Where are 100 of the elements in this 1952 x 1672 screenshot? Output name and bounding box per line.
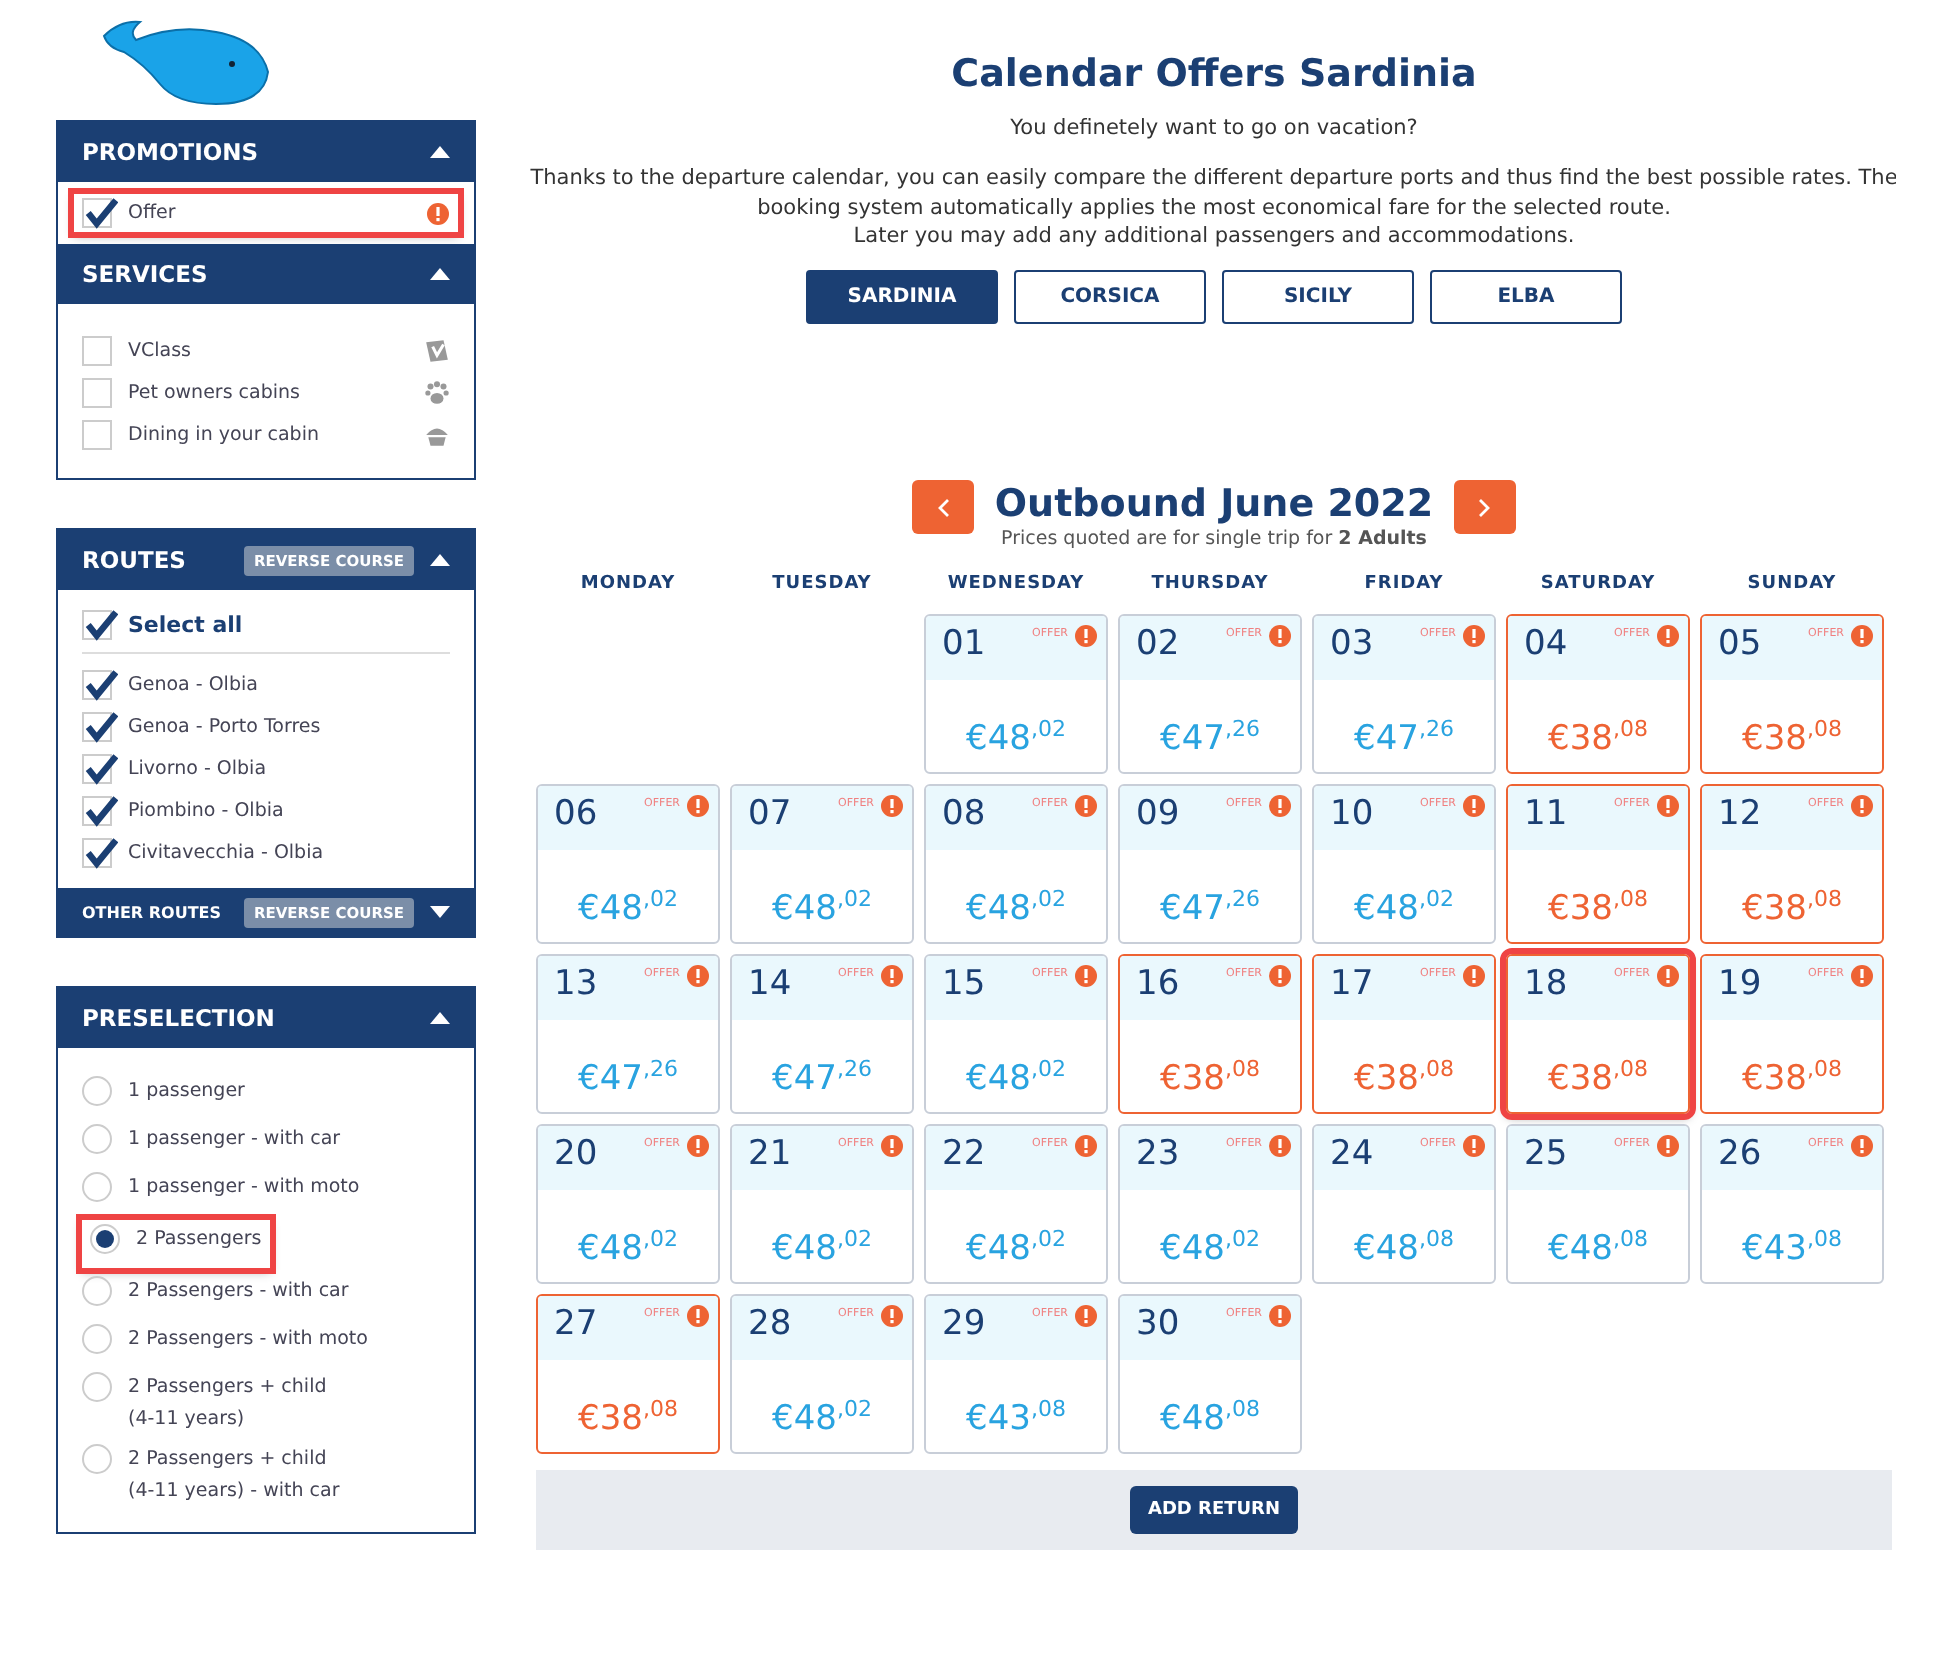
alert-badge-icon [1462,624,1486,649]
price: €38$^{,08}$ [1740,1056,1844,1105]
radio-button[interactable] [90,1224,120,1254]
checkbox[interactable] [82,754,112,784]
day-number: 12 [1718,794,1764,835]
weekday-label: MONDAY [578,574,678,599]
price: €48$^{,02}$ [964,1056,1068,1105]
weekday-label: THURSDAY [1149,574,1271,599]
alert-badge-icon [880,1304,904,1329]
panel-title: SERVICES [82,260,210,288]
day-number: 16 [1136,964,1182,1005]
alert-badge-icon [1462,964,1486,989]
alert-badge-icon [1462,1134,1486,1159]
day-number: 15 [942,964,988,1005]
alert-badge-icon [880,794,904,819]
radio-button[interactable] [82,1324,112,1354]
panel-title: PROMOTIONS [82,138,261,166]
day-number: 25 [1524,1134,1570,1175]
day-number: 08 [942,794,988,835]
price: €38$^{,08}$ [576,1396,680,1445]
checkbox[interactable] [82,610,112,640]
day-number: 03 [1330,624,1376,665]
checkbox[interactable] [82,670,112,700]
panel-title: PRESELECTION [82,1004,277,1032]
radio-button[interactable] [82,1372,112,1402]
day-number: 24 [1330,1134,1376,1175]
caret-icon [430,554,450,566]
checkbox[interactable] [82,198,112,228]
radio-label: 1 passenger [128,1078,247,1106]
caret-icon [430,906,450,918]
price: €47$^{,26}$ [1352,716,1456,765]
day-number: 06 [554,794,600,835]
alert-badge-icon [1074,1304,1098,1329]
paw-icon [424,380,450,406]
price: €48$^{,02}$ [1352,886,1456,935]
alert-badge-icon [1656,624,1680,649]
alert-badge-icon [1656,794,1680,819]
panel-header[interactable]: PROMOTIONS [58,122,474,182]
checkbox-label: Offer [128,202,178,224]
checkbox[interactable] [82,336,112,366]
next-month-button[interactable] [1453,480,1516,535]
alert-badge-icon [686,794,710,819]
alert-badge-icon [686,1134,710,1159]
day-number: 10 [1330,794,1376,835]
region-tab[interactable]: CORSICA [1014,270,1206,325]
panel-header[interactable]: PRESELECTION [58,988,474,1048]
day-number: 20 [554,1134,600,1175]
checkbox[interactable] [82,712,112,742]
alert-badge-icon [1850,794,1874,819]
region-tab[interactable]: SICILY [1222,270,1414,325]
alert-badge-icon [1268,1134,1292,1159]
weekday-label: SATURDAY [1538,574,1658,599]
day-number: 01 [942,624,988,665]
add-return-button[interactable]: ADD RETURN [1129,1486,1299,1535]
ticket-icon [424,338,450,364]
day-number: 23 [1136,1134,1182,1175]
checkbox[interactable] [82,838,112,868]
weekday-label: WEDNESDAY [945,574,1087,599]
radio-button[interactable] [82,1076,112,1106]
region-tab[interactable]: ELBA [1430,270,1622,325]
checkbox-label: Pet owners cabins [128,382,302,404]
radio-button[interactable] [82,1124,112,1154]
intro-text: Thanks to the departure calendar, you can easily compare the different departure ports and thus find the best possible rates. The booking system automatically applies the most economical fare for the selected route. Later you may add any additional passengers and accommodations. [528,164,1896,253]
region-tab[interactable]: SARDINIA [806,270,998,325]
alert-badge-icon [880,964,904,989]
day-number: 27 [554,1304,600,1345]
alert-badge-icon [1268,794,1292,819]
previous-month-button[interactable] [912,480,975,535]
radio-label: 1 passenger - with moto [128,1174,362,1202]
checkbox[interactable] [82,420,112,450]
radio-label: 2 Passengers - with moto [128,1326,370,1354]
alert-badge-icon [1268,624,1292,649]
radio-button[interactable] [82,1276,112,1306]
day-number: 02 [1136,624,1182,665]
day-number: 09 [1136,794,1182,835]
price: €48$^{,02}$ [770,1226,874,1275]
panel-title: OTHER ROUTES [82,903,224,921]
radio-button[interactable] [82,1172,112,1202]
price: €47$^{,26}$ [770,1056,874,1105]
price: €43$^{,08}$ [964,1396,1068,1445]
checkbox[interactable] [82,378,112,408]
page-title: Calendar Offers Sardinia [951,52,1477,96]
checkbox-label: Select all [128,612,245,638]
panel-header[interactable]: SERVICES [58,244,474,304]
radio-label: 2 Passengers + child (4-11 years) [128,1374,329,1434]
checkbox[interactable] [82,796,112,826]
price: €48$^{,02}$ [770,886,874,935]
radio-button[interactable] [82,1444,112,1474]
day-number: 13 [554,964,600,1005]
alert-badge-icon [1268,1304,1292,1329]
calendar-title: Outbound June 2022 [994,480,1434,529]
price: €48$^{,02}$ [964,886,1068,935]
alert-badge-icon [880,1134,904,1159]
caret-icon [430,268,450,280]
alert-badge-icon [1850,624,1874,649]
chevron-right-icon [1478,497,1491,518]
alert-badge-icon [1850,1134,1874,1159]
weekday-label: SUNDAY [1745,574,1839,599]
alert-badge-icon [1268,964,1292,989]
alert-badge-icon [686,964,710,989]
